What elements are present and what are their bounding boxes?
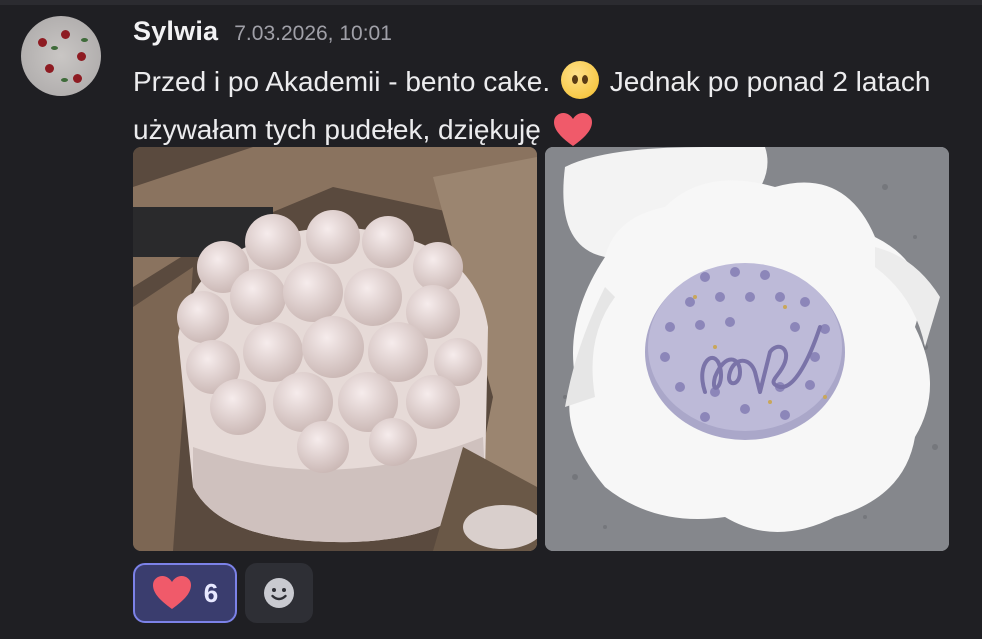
message-text-part1: Przed i po Akademii - bento cake. <box>133 66 551 97</box>
reactions-bar: 6 <box>133 563 313 623</box>
avatar-leaf <box>61 78 68 82</box>
avatar-berry <box>73 74 82 83</box>
avatar-leaf <box>81 38 88 42</box>
bento-cake-image <box>545 147 949 551</box>
red-heart-icon <box>152 576 191 609</box>
message-content: Przed i po Akademii - bento cake. Jednak… <box>133 58 953 154</box>
red-heart-emoji <box>553 113 592 146</box>
avatar[interactable] <box>21 16 101 96</box>
author-name[interactable]: Sylwia <box>133 16 218 47</box>
cake-meringue-image <box>133 147 537 551</box>
chat-message: Sylwia 7.03.2026, 10:01 Przed i po Akade… <box>0 0 982 639</box>
smiley-add-icon <box>264 578 294 608</box>
message-timestamp: 7.03.2026, 10:01 <box>234 22 392 45</box>
photo-cake-meringue[interactable] <box>133 147 537 551</box>
avatar-leaf <box>51 46 58 50</box>
avatar-berry <box>38 38 47 47</box>
face-without-mouth-emoji <box>560 61 599 99</box>
message-header: Sylwia 7.03.2026, 10:01 <box>133 16 392 56</box>
avatar-berry <box>61 30 70 39</box>
photo-bento-cake-love[interactable] <box>545 147 949 551</box>
reaction-count: 6 <box>203 577 219 608</box>
add-reaction-button[interactable] <box>245 563 313 623</box>
heart-reaction-button[interactable]: 6 <box>133 563 237 623</box>
avatar-berry <box>77 52 86 61</box>
avatar-berry <box>45 64 54 73</box>
image-gallery <box>133 147 949 551</box>
